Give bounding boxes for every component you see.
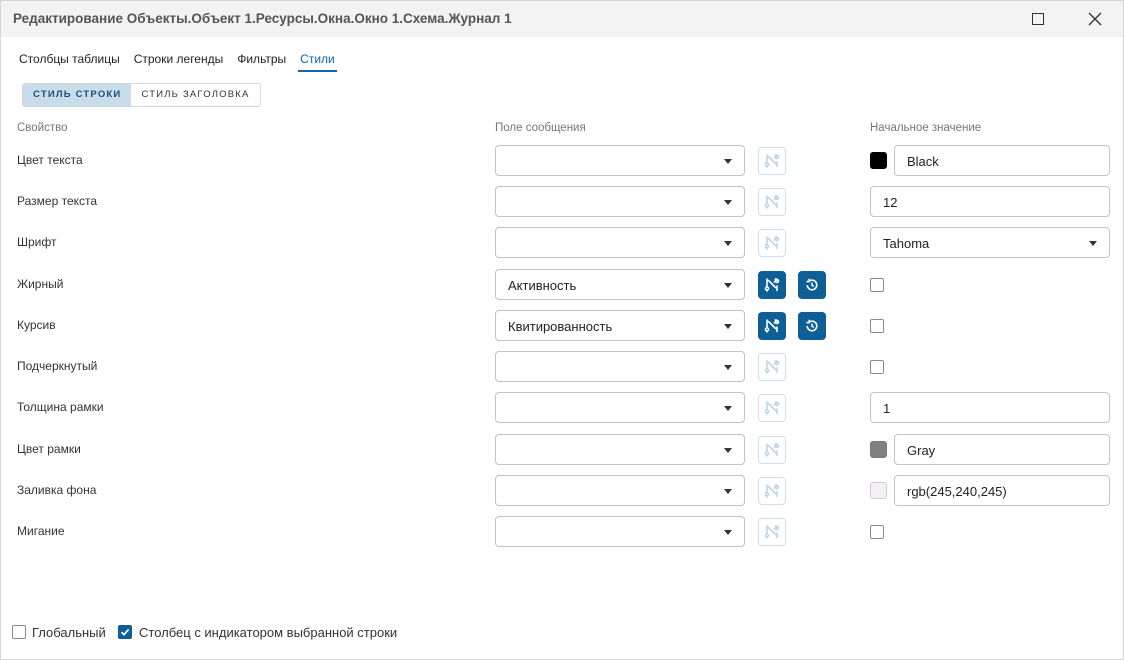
row-style-button[interactable]: СТИЛЬ СТРОКИ — [23, 84, 132, 106]
border-color-input[interactable]: Gray — [894, 434, 1110, 465]
italic-field-select[interactable]: Квитированность — [495, 310, 745, 341]
tab-bar: Столбцы таблицы Строки легенды Фильтры С… — [17, 52, 337, 74]
row-label-border-width: Толщина рамки — [17, 400, 104, 414]
row-label-underline: Подчеркнутый — [17, 359, 98, 373]
input-value: 12 — [883, 195, 898, 210]
border-width-input[interactable]: 1 — [870, 392, 1110, 423]
bold-checkbox[interactable] — [870, 278, 884, 292]
border-width-bind-button[interactable] — [758, 394, 786, 422]
style-toggle: СТИЛЬ СТРОКИ СТИЛЬ ЗАГОЛОВКА — [22, 83, 261, 107]
font-bind-button[interactable] — [758, 229, 786, 257]
edit-dialog: Редактирование Объекты.Объект 1.Ресурсы.… — [0, 0, 1124, 660]
text-color-input[interactable]: Black — [894, 145, 1110, 176]
bind-icon — [764, 195, 780, 209]
font-value-select[interactable]: Tahoma — [870, 227, 1110, 258]
bind-icon — [764, 401, 780, 415]
close-icon — [1088, 12, 1102, 26]
global-label: Глобальный — [32, 625, 106, 640]
caret-down-icon — [724, 324, 732, 329]
row-label-bold: Жирный — [17, 277, 64, 291]
text-size-bind-button[interactable] — [758, 188, 786, 216]
blinking-bind-button[interactable] — [758, 518, 786, 546]
row-label-italic: Курсив — [17, 318, 56, 332]
title-bar: Редактирование Объекты.Объект 1.Ресурсы.… — [1, 1, 1123, 37]
close-button[interactable] — [1072, 1, 1118, 37]
blinking-checkbox[interactable] — [870, 525, 884, 539]
border-color-field-select[interactable] — [495, 434, 745, 465]
italic-reset-button[interactable] — [798, 312, 826, 340]
select-value: Активность — [508, 278, 577, 293]
reset-icon — [806, 319, 818, 332]
bind-icon — [764, 154, 780, 168]
bind-icon — [764, 319, 780, 333]
caret-down-icon — [724, 406, 732, 411]
input-value: Gray — [907, 443, 936, 458]
tab-styles[interactable]: Стили — [298, 52, 337, 72]
background-fill-swatch[interactable] — [870, 482, 887, 499]
bind-icon — [764, 525, 780, 539]
bind-icon — [764, 236, 780, 250]
text-color-swatch[interactable] — [870, 152, 887, 169]
bind-icon — [764, 278, 780, 292]
reset-icon — [806, 278, 818, 291]
italic-checkbox[interactable] — [870, 319, 884, 333]
caret-down-icon — [724, 241, 732, 246]
column-header-message-field: Поле сообщения — [495, 122, 586, 134]
background-fill-bind-button[interactable] — [758, 477, 786, 505]
tab-table-columns[interactable]: Столбцы таблицы — [17, 52, 122, 72]
row-label-font: Шрифт — [17, 235, 57, 249]
caret-down-icon — [1089, 241, 1097, 246]
row-label-border-color: Цвет рамки — [17, 442, 81, 456]
global-checkbox[interactable] — [12, 625, 26, 639]
tab-filters[interactable]: Фильтры — [235, 52, 288, 72]
border-color-swatch[interactable] — [870, 441, 887, 458]
input-value: 1 — [883, 401, 891, 416]
background-fill-input[interactable]: rgb(245,240,245) — [894, 475, 1110, 506]
text-color-field-select[interactable] — [495, 145, 745, 176]
selected-row-indicator-checkbox[interactable] — [118, 625, 132, 639]
underline-checkbox[interactable] — [870, 360, 884, 374]
row-label-text-size: Размер текста — [17, 194, 98, 208]
column-header-initial-value: Начальное значение — [870, 122, 982, 134]
underline-field-select[interactable] — [495, 351, 745, 382]
input-value: rgb(245,240,245) — [907, 484, 1007, 499]
column-header-property: Свойство — [17, 122, 68, 134]
row-label-background-fill: Заливка фона — [17, 483, 97, 497]
input-value: Black — [907, 154, 939, 169]
blinking-field-select[interactable] — [495, 516, 745, 547]
text-color-bind-button[interactable] — [758, 147, 786, 175]
background-fill-field-select[interactable] — [495, 475, 745, 506]
select-value: Квитированность — [508, 319, 613, 334]
header-style-button[interactable]: СТИЛЬ ЗАГОЛОВКА — [131, 84, 260, 106]
font-field-select[interactable] — [495, 227, 745, 258]
row-label-text-color: Цвет текста — [17, 153, 83, 167]
caret-down-icon — [724, 283, 732, 288]
caret-down-icon — [724, 489, 732, 494]
border-width-field-select[interactable] — [495, 392, 745, 423]
bind-icon — [764, 484, 780, 498]
caret-down-icon — [724, 159, 732, 164]
caret-down-icon — [724, 200, 732, 205]
checkmark-icon — [120, 628, 130, 636]
bold-reset-button[interactable] — [798, 271, 826, 299]
bold-bind-button[interactable] — [758, 271, 786, 299]
bind-icon — [764, 360, 780, 374]
caret-down-icon — [724, 530, 732, 535]
bold-field-select[interactable]: Активность — [495, 269, 745, 300]
bind-icon — [764, 443, 780, 457]
maximize-icon — [1032, 13, 1044, 25]
text-size-input[interactable]: 12 — [870, 186, 1110, 217]
select-value: Tahoma — [883, 236, 930, 251]
maximize-button[interactable] — [1015, 1, 1061, 37]
tab-legend-rows[interactable]: Строки легенды — [132, 52, 226, 72]
caret-down-icon — [724, 448, 732, 453]
row-label-blinking: Мигание — [17, 524, 65, 538]
underline-bind-button[interactable] — [758, 353, 786, 381]
italic-bind-button[interactable] — [758, 312, 786, 340]
window-title: Редактирование Объекты.Объект 1.Ресурсы.… — [13, 11, 512, 26]
border-color-bind-button[interactable] — [758, 436, 786, 464]
selected-row-indicator-label: Столбец с индикатором выбранной строки — [139, 625, 398, 640]
caret-down-icon — [724, 365, 732, 370]
text-size-field-select[interactable] — [495, 186, 745, 217]
